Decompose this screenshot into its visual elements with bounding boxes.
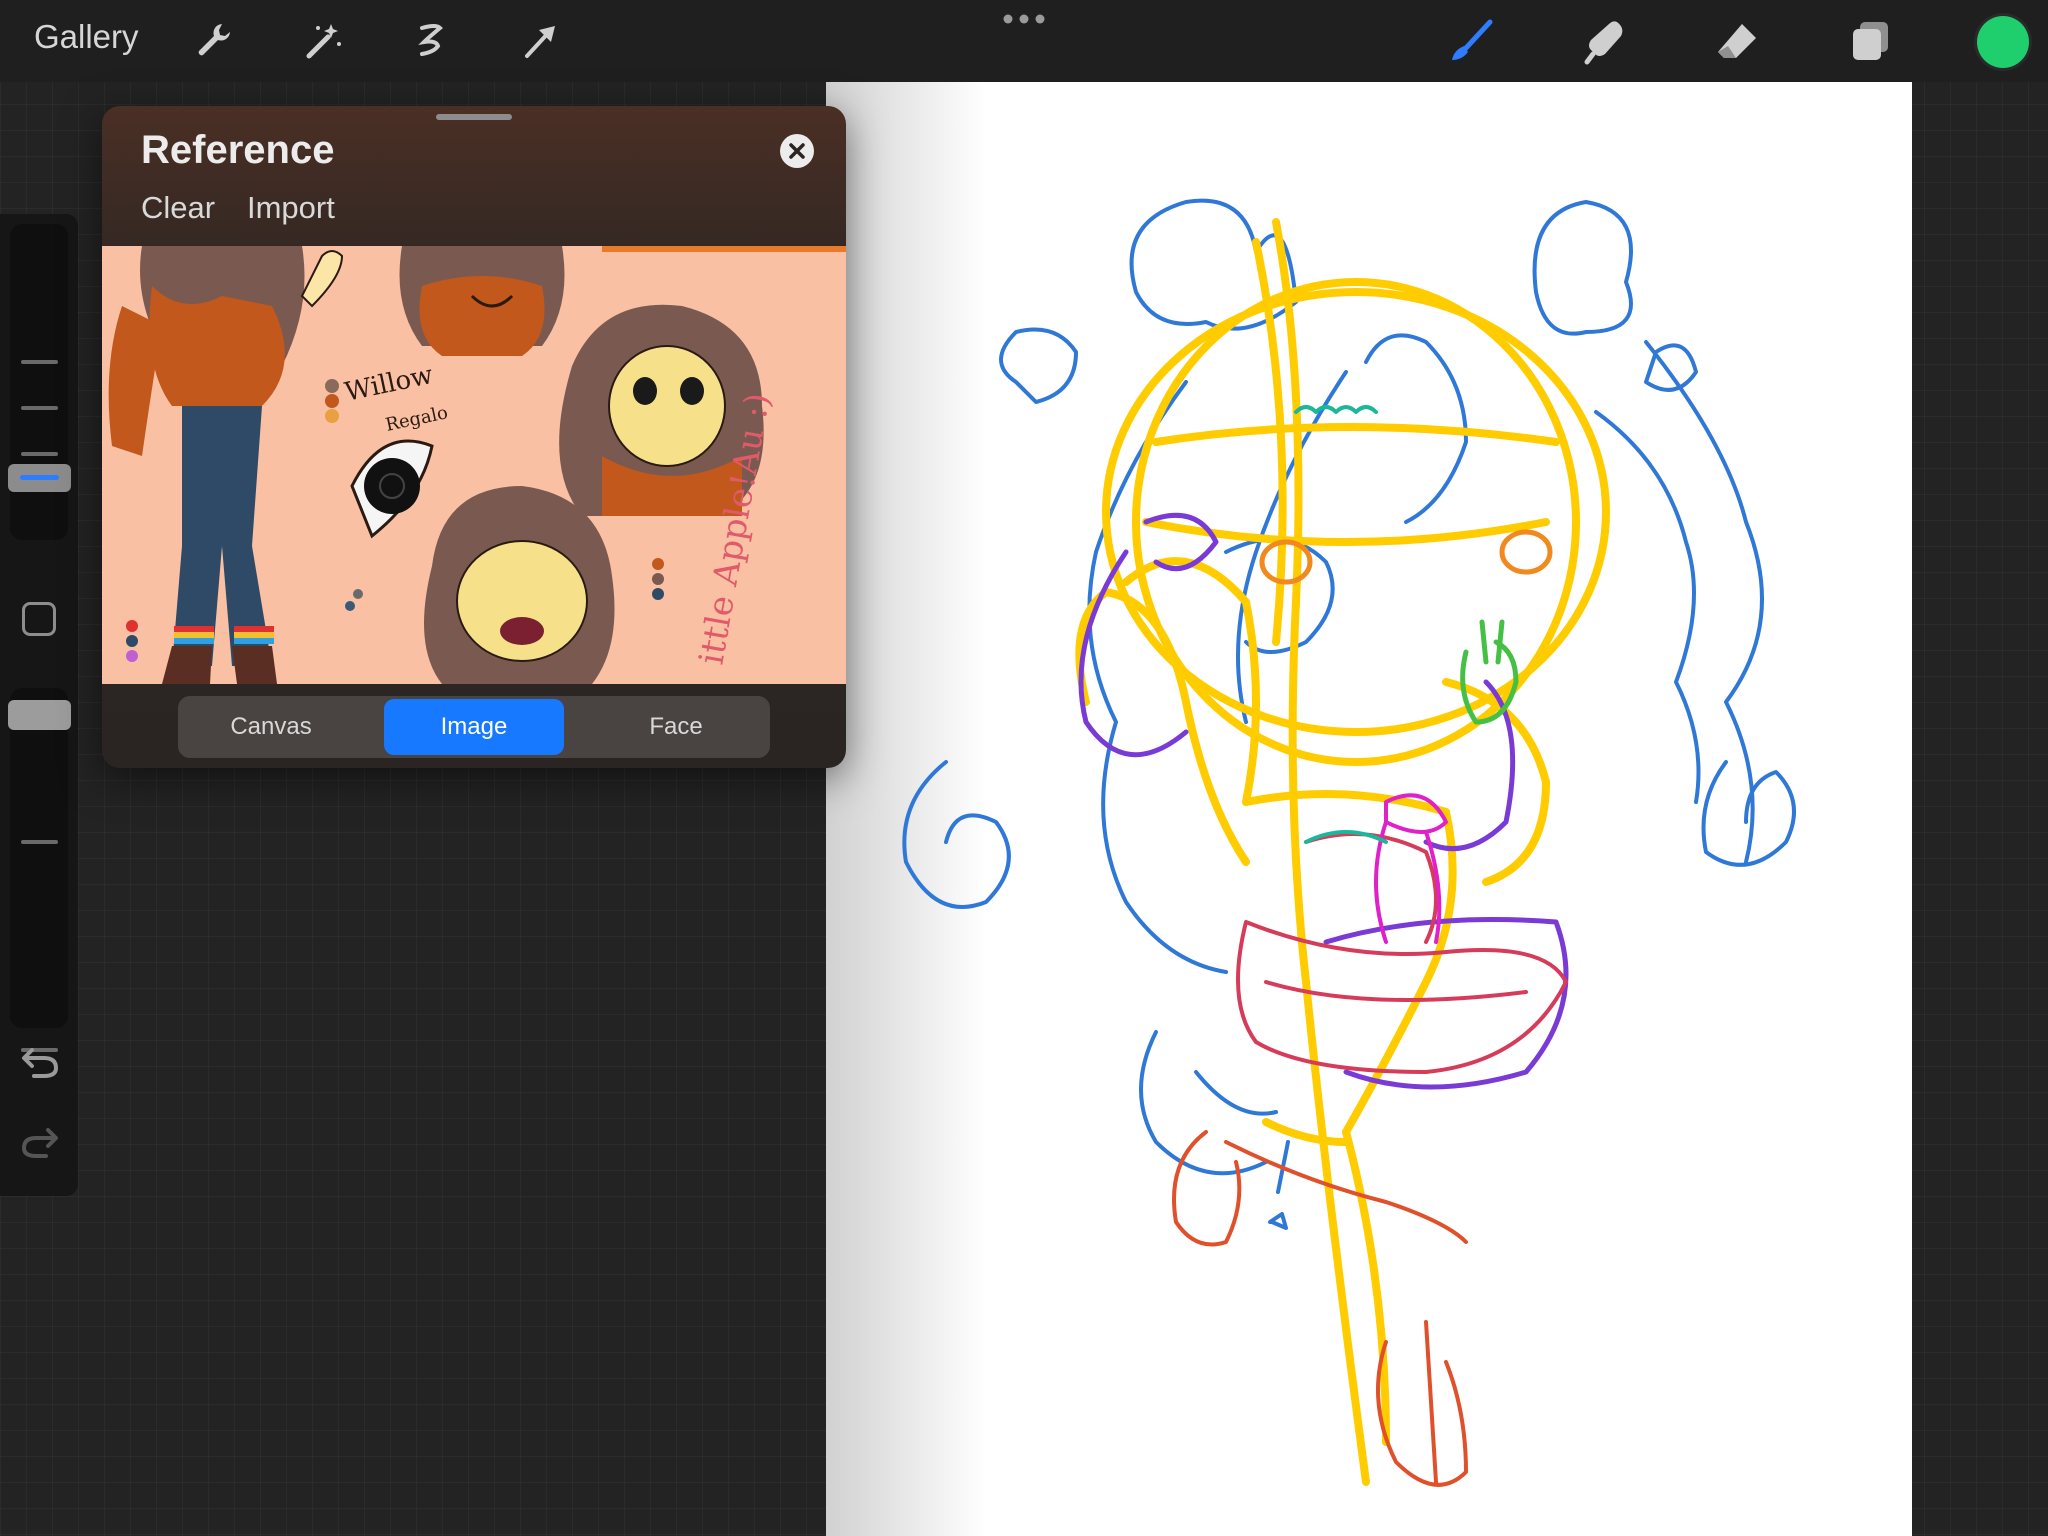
sketch-drawing <box>902 198 1796 1487</box>
color-picker[interactable] <box>1977 16 2029 68</box>
eraser-icon[interactable] <box>1712 16 1762 66</box>
segment-canvas[interactable]: Canvas <box>181 699 361 755</box>
transform-arrow-icon[interactable] <box>515 16 565 66</box>
magic-wand-icon[interactable] <box>298 16 348 66</box>
segment-face[interactable]: Face <box>586 699 766 755</box>
slider-tick <box>21 406 58 410</box>
slider-tick <box>21 360 58 364</box>
panel-grabber[interactable] <box>436 114 512 120</box>
panel-title: Reference <box>141 128 335 172</box>
modify-button[interactable] <box>22 602 56 636</box>
clear-button[interactable]: Clear <box>141 190 215 226</box>
brush-size-thumb[interactable] <box>8 464 71 492</box>
gallery-button[interactable]: Gallery <box>34 18 139 56</box>
segment-image[interactable]: Image <box>384 699 564 755</box>
brush-icon[interactable] <box>1446 16 1496 66</box>
brush-size-slider[interactable] <box>10 224 68 540</box>
top-toolbar: Gallery <box>0 0 2048 82</box>
selection-icon[interactable] <box>406 16 456 66</box>
close-icon[interactable] <box>780 134 814 168</box>
slider-tick <box>21 452 58 456</box>
undo-icon[interactable] <box>18 1040 62 1084</box>
slider-tick <box>21 840 58 844</box>
redo-icon[interactable] <box>18 1120 62 1164</box>
more-options-icon[interactable] <box>1000 10 1048 28</box>
reference-panel[interactable]: Reference Clear Import Willow Regalo itt… <box>102 106 846 768</box>
reference-image: Willow Regalo ittle Apple!Au :) <box>102 246 846 684</box>
wrench-icon[interactable] <box>189 16 239 66</box>
opacity-thumb[interactable] <box>8 700 71 730</box>
smudge-icon[interactable] <box>1579 16 1629 66</box>
opacity-slider[interactable] <box>10 688 68 1052</box>
reference-mode-segmented-control: Canvas Image Face <box>178 696 770 758</box>
layers-icon[interactable] <box>1845 16 1895 66</box>
sidebar <box>0 214 78 1196</box>
import-button[interactable]: Import <box>247 190 335 226</box>
